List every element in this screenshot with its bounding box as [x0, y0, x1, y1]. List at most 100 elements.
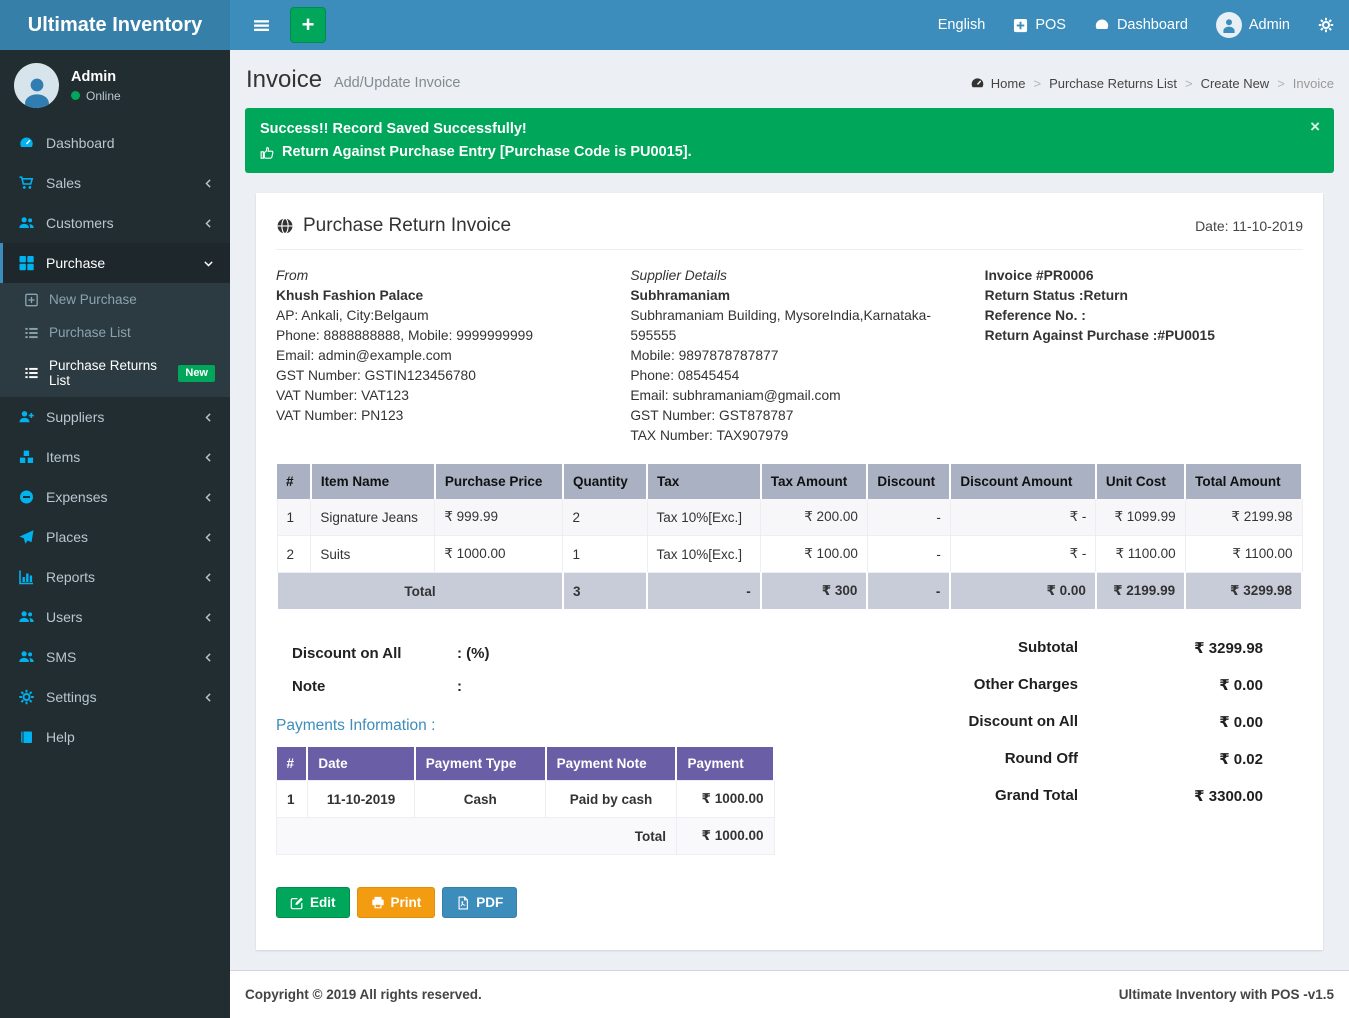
summary-value: ₹ 0.02: [1078, 750, 1263, 768]
sidebar-item-items[interactable]: Items: [0, 437, 230, 477]
breadcrumb-home-label: Home: [991, 76, 1026, 91]
sidebar-item-suppliers[interactable]: Suppliers: [0, 397, 230, 437]
pdf-button[interactable]: PDF: [442, 887, 517, 918]
payments-total-amount: ₹ 1000.00: [676, 818, 774, 855]
breadcrumb: Home > Purchase Returns List > Create Ne…: [970, 76, 1334, 94]
cell-tax-amount: ₹ 100.00: [761, 536, 868, 573]
user-plus-icon: [18, 409, 35, 425]
supplier-line: GST Number: GST878787: [630, 406, 959, 426]
sidebar: Admin Online Dashboard Sales Customers: [0, 50, 230, 1018]
total-unit-cost: ₹ 2199.99: [1096, 573, 1185, 611]
col-header-index: #: [277, 747, 308, 781]
sidebar-item-reports[interactable]: Reports: [0, 557, 230, 597]
col-header-purchase-price: Purchase Price: [435, 464, 563, 499]
submenu-item-purchase-list[interactable]: Purchase List: [0, 316, 230, 349]
cell-tax: Tax 10%[Exc.]: [647, 499, 761, 536]
pos-link[interactable]: POS: [1013, 17, 1066, 33]
submenu-item-purchase-returns-list[interactable]: Purchase Returns List New: [0, 349, 230, 397]
sidebar-item-dashboard[interactable]: Dashboard: [0, 123, 230, 163]
cell-purchase-price: ₹ 999.99: [435, 499, 563, 536]
summary-label: Discount on All: [901, 713, 1078, 731]
breadcrumb-create-new[interactable]: Create New: [1201, 76, 1270, 91]
discount-on-all-value: : (%): [457, 645, 490, 662]
gears-icon: [1318, 17, 1334, 33]
sidebar-item-purchase[interactable]: Purchase: [0, 243, 230, 283]
sidebar-item-users[interactable]: Users: [0, 597, 230, 637]
language-menu[interactable]: English: [938, 17, 986, 33]
submenu-item-label: Purchase List: [49, 325, 131, 340]
sidebar-item-places[interactable]: Places: [0, 517, 230, 557]
cell-discount: -: [867, 499, 950, 536]
cell-item-name: Suits: [311, 536, 435, 573]
sidebar-item-sales[interactable]: Sales: [0, 163, 230, 203]
print-button-label: Print: [391, 895, 422, 910]
breadcrumb-home[interactable]: Home: [970, 76, 1026, 91]
grid-icon: [18, 255, 35, 271]
user-label: Admin: [1249, 17, 1290, 33]
list-icon: [24, 326, 39, 340]
summary-discount-on-all: Discount on All ₹ 0.00: [901, 713, 1263, 731]
dashboard-icon: [1094, 17, 1110, 33]
invoice-title: Purchase Return Invoice: [303, 215, 511, 237]
sidebar-toggle-button[interactable]: [244, 0, 278, 50]
sidebar-item-label: Items: [46, 449, 191, 465]
gears-icon: [18, 689, 35, 705]
dashboard-label: Dashboard: [1117, 17, 1188, 33]
brand-logo[interactable]: Ultimate Inventory: [0, 0, 230, 50]
breadcrumb-separator: >: [1033, 76, 1041, 91]
col-header-tax: Tax: [647, 464, 761, 499]
hamburger-icon: [253, 17, 270, 34]
totals-summary: Subtotal ₹ 3299.98 Other Charges ₹ 0.00 …: [901, 639, 1263, 805]
sidebar-item-sms[interactable]: SMS: [0, 637, 230, 677]
payments-total-row: Total ₹ 1000.00: [277, 818, 775, 855]
sidebar-item-label: Suppliers: [46, 409, 191, 425]
reference-no: Reference No. :: [985, 306, 1303, 326]
summary-value: ₹ 0.00: [1078, 676, 1263, 694]
bar-chart-icon: [18, 569, 35, 585]
chevron-left-icon: [202, 611, 215, 624]
edit-button[interactable]: Edit: [276, 887, 350, 918]
from-line: Phone: 8888888888, Mobile: 9999999999: [276, 326, 605, 346]
cell-unit-cost: ₹ 1099.99: [1096, 499, 1185, 536]
from-heading: From: [276, 266, 605, 286]
note-row: Note :: [292, 678, 841, 695]
total-discount-amount: ₹ 0.00: [950, 573, 1096, 611]
payments-table: # Date Payment Type Payment Note Payment: [276, 747, 775, 855]
col-header-date: Date: [307, 747, 414, 781]
users-icon: [18, 609, 35, 625]
sidebar-item-label: Settings: [46, 689, 191, 705]
col-header-payment: Payment: [676, 747, 774, 781]
footer-version: Ultimate Inventory with POS -v1.5: [1119, 987, 1334, 1002]
from-block: From Khush Fashion Palace AP: Ankali, Ci…: [276, 266, 630, 446]
cell-date: 11-10-2019: [307, 781, 414, 818]
sidebar-item-label: Purchase: [46, 255, 191, 271]
content-header: Invoice Add/Update Invoice Home > Purcha…: [230, 50, 1349, 108]
invoice-panel: Purchase Return Invoice Date: 11-10-2019…: [256, 193, 1323, 950]
submenu-item-new-purchase[interactable]: New Purchase: [0, 283, 230, 316]
top-navbar: Ultimate Inventory + English POS Dashboa…: [0, 0, 1349, 50]
sidebar-item-settings[interactable]: Settings: [0, 677, 230, 717]
breadcrumb-purchase-returns-list[interactable]: Purchase Returns List: [1049, 76, 1177, 91]
user-menu[interactable]: Admin: [1216, 12, 1290, 38]
sidebar-item-expenses[interactable]: Expenses: [0, 477, 230, 517]
sidebar-item-label: Expenses: [46, 489, 191, 505]
person-icon: [1221, 17, 1237, 33]
alert-line2: Return Against Purchase Entry [Purchase …: [260, 144, 1319, 160]
alert-line2-text: Return Against Purchase Entry [Purchase …: [282, 144, 692, 160]
cell-unit-cost: ₹ 1100.00: [1096, 536, 1185, 573]
cell-item-name: Signature Jeans: [311, 499, 435, 536]
quick-add-button[interactable]: +: [290, 7, 326, 43]
close-icon[interactable]: ×: [1310, 118, 1320, 135]
total-tax-amount: ₹ 300: [761, 573, 868, 611]
col-header-quantity: Quantity: [563, 464, 647, 499]
pencil-square-icon: [290, 896, 304, 910]
home-icon: [970, 76, 985, 91]
sidebar-item-help[interactable]: Help: [0, 717, 230, 757]
total-discount: -: [867, 573, 950, 611]
print-button[interactable]: Print: [357, 887, 436, 918]
col-header-discount-amount: Discount Amount: [950, 464, 1096, 499]
chevron-left-icon: [202, 651, 215, 664]
sidebar-item-customers[interactable]: Customers: [0, 203, 230, 243]
dashboard-link[interactable]: Dashboard: [1094, 17, 1188, 33]
settings-menu[interactable]: [1318, 17, 1334, 33]
